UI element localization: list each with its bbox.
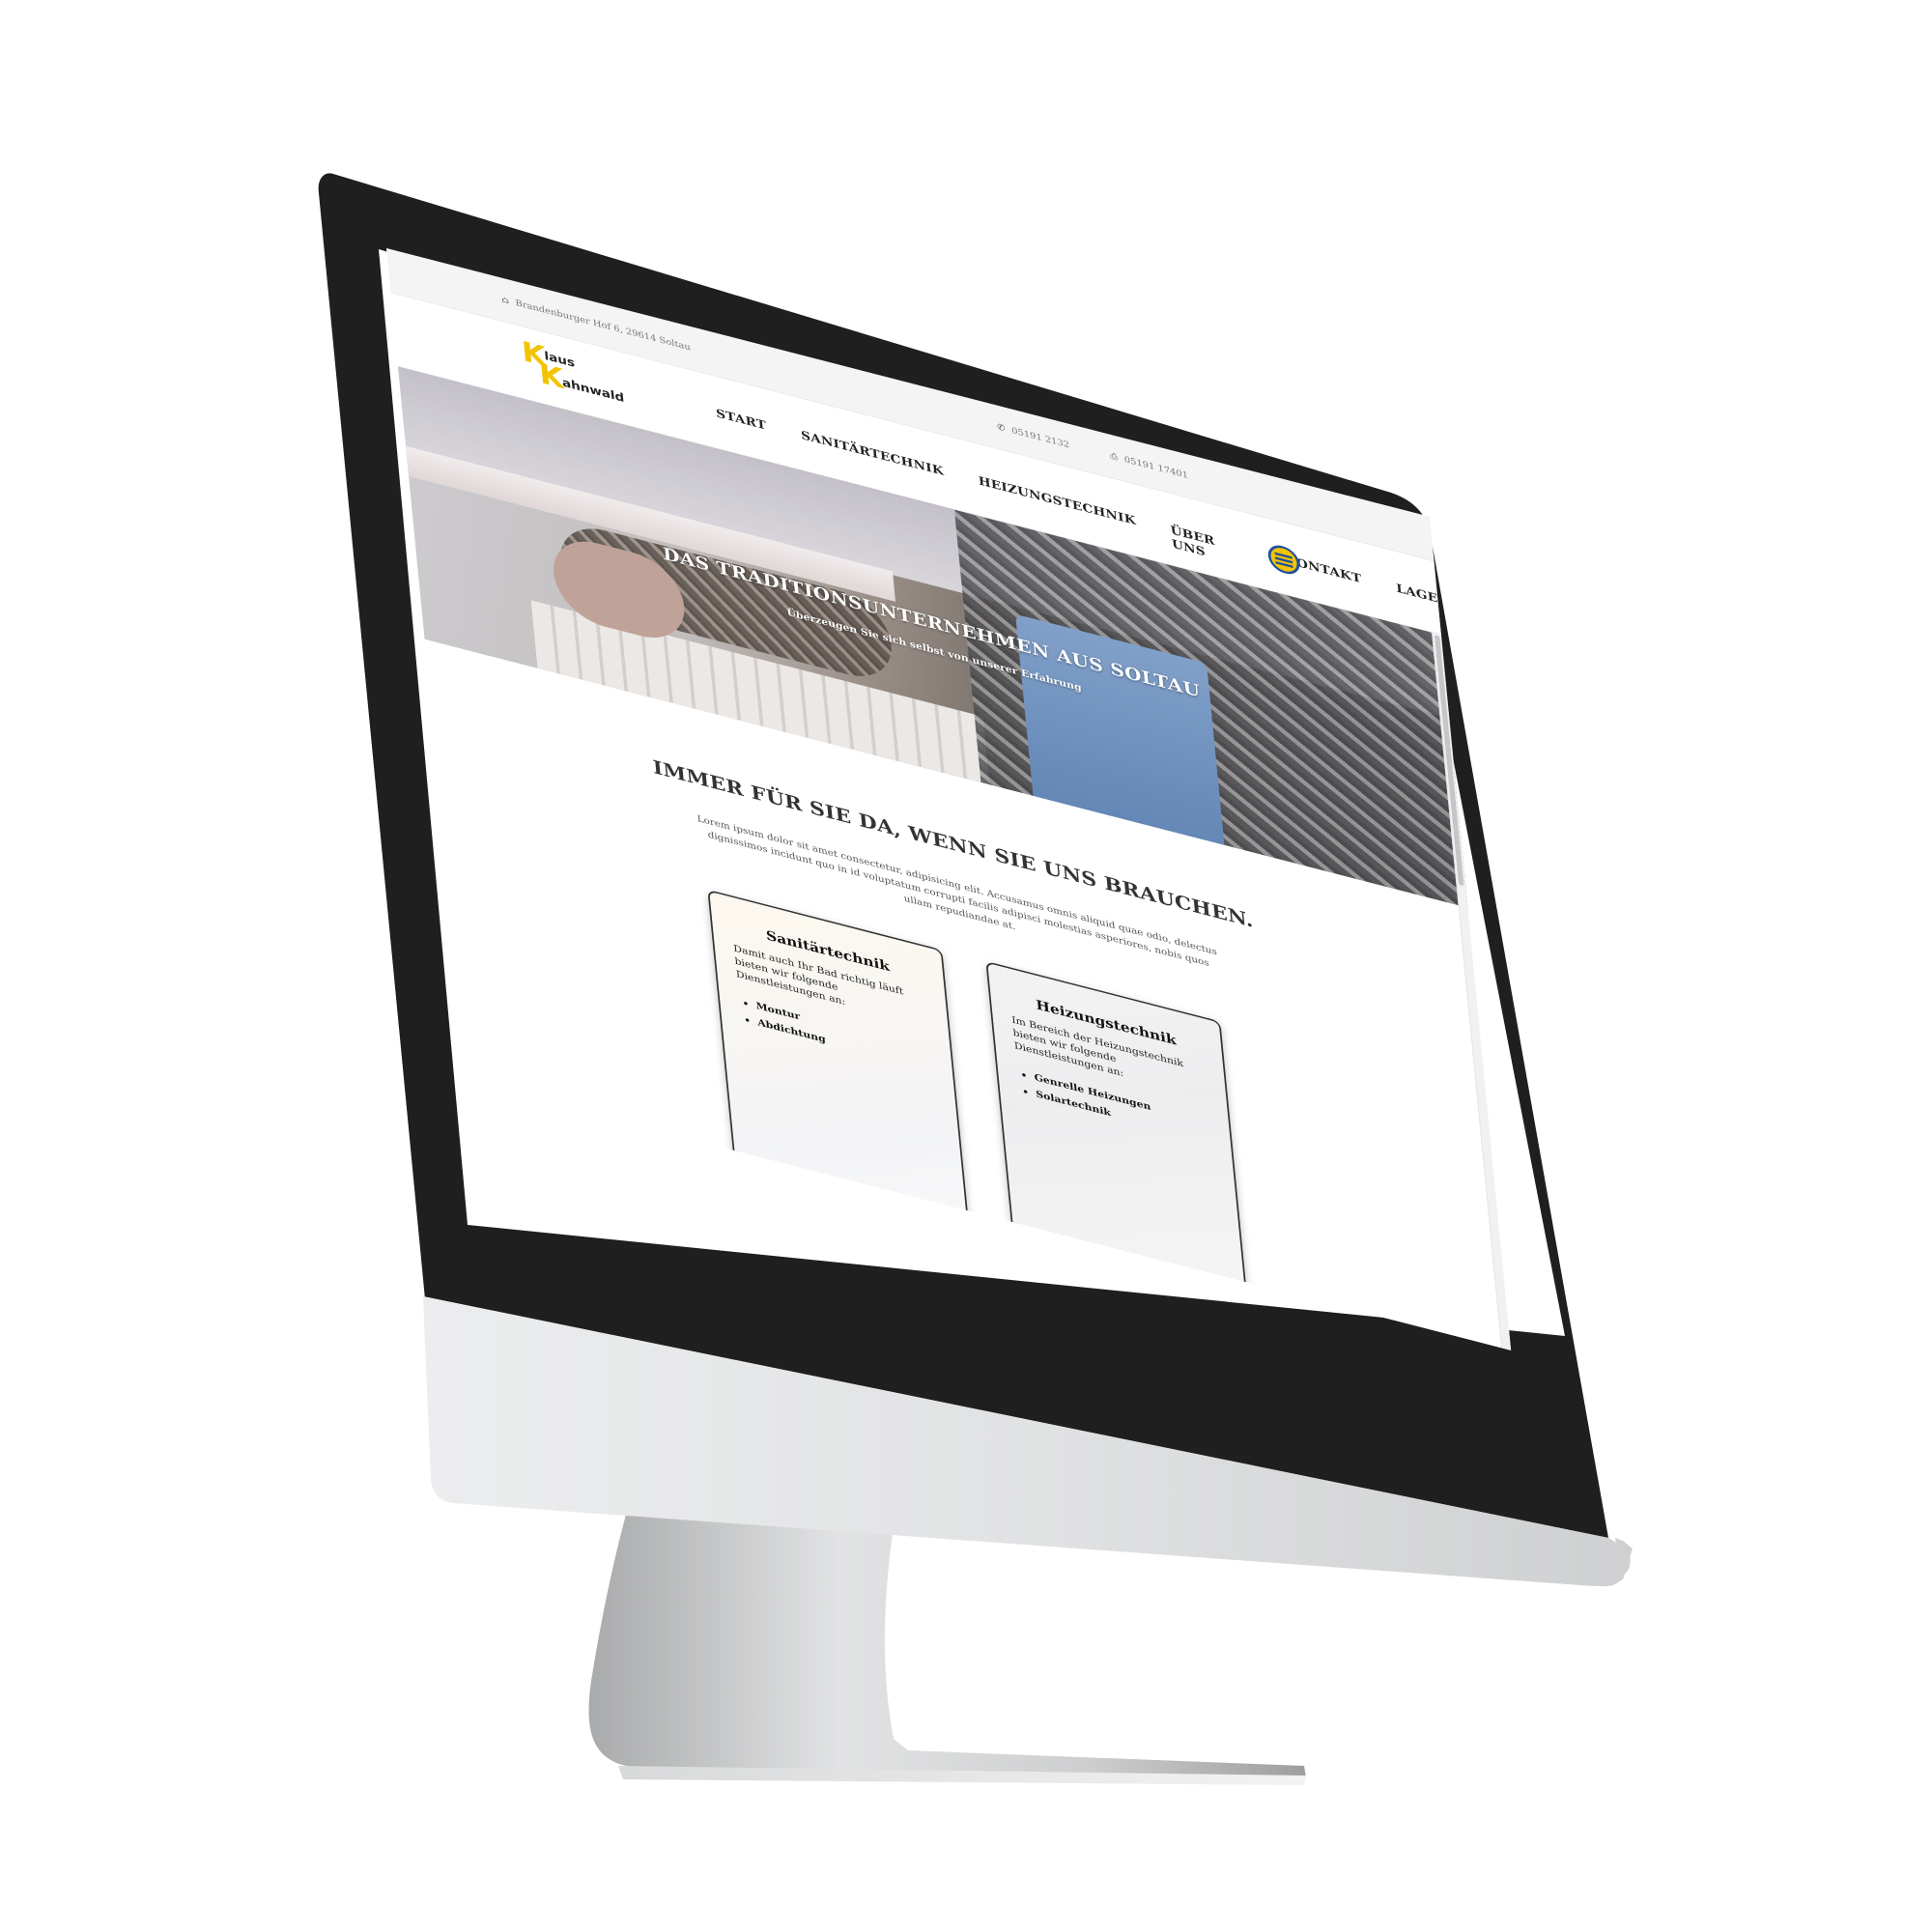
phone-text[interactable]: 05191 2132	[1011, 425, 1070, 450]
fax-text: 05191 17401	[1123, 454, 1189, 481]
nav-lage[interactable]: LAGE	[1396, 582, 1440, 619]
stage: ⌂ Brandenburger Hof 6, 29614 Soltau ✆ 05…	[0, 0, 1932, 1932]
phone-icon: ✆	[996, 421, 1006, 434]
fax-info: ⎙ 05191 17401	[1110, 450, 1189, 481]
home-icon: ⌂	[500, 294, 510, 306]
print-icon: ⎙	[1109, 450, 1119, 463]
phone-info[interactable]: ✆ 05191 2132	[997, 421, 1070, 449]
nav-start[interactable]: START	[716, 406, 769, 446]
logo[interactable]: K laus K ahnwald	[521, 336, 625, 412]
nav-ueber-uns[interactable]: ÜBER UNS	[1170, 523, 1252, 571]
logo-word-2: ahnwald	[561, 375, 625, 406]
